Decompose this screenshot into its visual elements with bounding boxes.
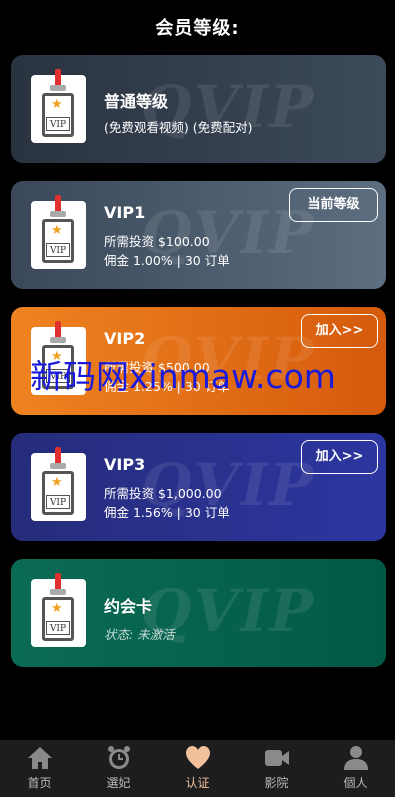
vip-badge-icon: ★ VIP bbox=[31, 195, 86, 269]
card-investment: 所需投资 $100.00 bbox=[104, 234, 210, 249]
membership-card-vip1[interactable]: QVIP ★ VIP VIP1 所需投资 $100.00 佣金 1.00% | 3… bbox=[11, 181, 386, 289]
home-icon bbox=[27, 745, 53, 771]
alarm-clock-icon bbox=[106, 745, 132, 771]
join-vip2-button[interactable]: 加入>> bbox=[301, 314, 378, 348]
dating-card[interactable]: QVIP ★ VIP 约会卡 状态: 未激活 bbox=[11, 559, 386, 667]
tab-label: 首页 bbox=[27, 776, 52, 790]
site-watermark-overlay: 新码网xinmaw.com bbox=[30, 357, 336, 396]
tab-profile[interactable]: 個人 bbox=[316, 740, 395, 797]
card-investment: 所需投资 $1,000.00 bbox=[104, 486, 222, 501]
tab-label: 认证 bbox=[185, 776, 210, 790]
card-commission: 佣金 1.00% | 30 订单 bbox=[104, 253, 230, 268]
page-title: 会员等级: bbox=[155, 18, 240, 39]
heart-icon bbox=[185, 745, 211, 771]
membership-card-basic[interactable]: QVIP ★ VIP 普通等级 (免费观看视频) (免费配对) bbox=[11, 55, 386, 163]
card-title: VIP1 bbox=[104, 203, 146, 222]
membership-card-vip3[interactable]: QVIP ★ VIP VIP3 所需投资 $1,000.00 佣金 1.56% |… bbox=[11, 433, 386, 541]
tab-home[interactable]: 首页 bbox=[0, 740, 79, 797]
bottom-tab-bar: 首页 選妃 认证 影院 個人 bbox=[0, 740, 395, 797]
tab-label: 選妃 bbox=[106, 776, 131, 790]
tab-verify[interactable]: 认证 bbox=[158, 740, 237, 797]
card-title: VIP2 bbox=[104, 329, 146, 348]
card-description: (免费观看视频) (免费配对) bbox=[104, 120, 253, 135]
video-camera-icon bbox=[264, 745, 290, 771]
tab-label: 個人 bbox=[343, 776, 368, 790]
tab-select-concubine[interactable]: 選妃 bbox=[79, 740, 158, 797]
current-level-button[interactable]: 当前等级 bbox=[289, 188, 378, 222]
tab-label: 影院 bbox=[264, 776, 289, 790]
vip-badge-icon: ★ VIP bbox=[31, 573, 86, 647]
tab-cinema[interactable]: 影院 bbox=[237, 740, 316, 797]
user-icon bbox=[343, 745, 369, 771]
card-title: VIP3 bbox=[104, 455, 146, 474]
join-vip3-button[interactable]: 加入>> bbox=[301, 440, 378, 474]
card-status: 状态: 未激活 bbox=[104, 627, 175, 642]
vip-badge-icon: ★ VIP bbox=[31, 447, 86, 521]
vip-badge-icon: ★ VIP bbox=[31, 69, 86, 143]
card-title: 普通等级 bbox=[104, 92, 169, 111]
card-title: 约会卡 bbox=[104, 597, 153, 616]
card-commission: 佣金 1.56% | 30 订单 bbox=[104, 505, 230, 520]
